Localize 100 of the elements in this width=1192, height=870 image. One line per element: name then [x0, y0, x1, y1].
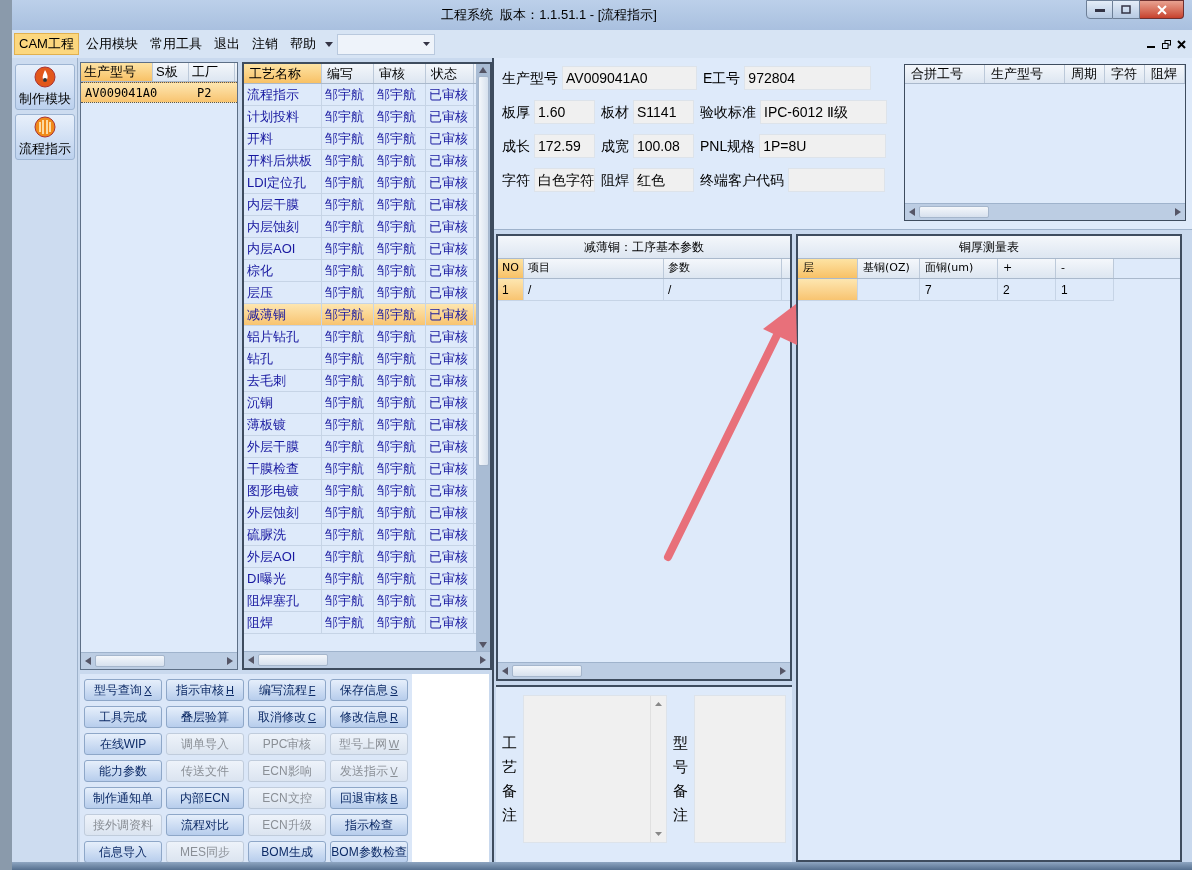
action-button[interactable]: 取消修改 C: [248, 706, 326, 728]
process-row[interactable]: 计划投料 邹宇航 邹宇航 已审核: [244, 106, 476, 128]
menu-item[interactable]: CAM工程: [14, 33, 79, 55]
process-row[interactable]: 阻焊 邹宇航 邹宇航 已审核: [244, 612, 476, 634]
column-header[interactable]: 参数: [664, 259, 782, 278]
process-row[interactable]: 开料 邹宇航 邹宇航 已审核: [244, 128, 476, 150]
maximize-button[interactable]: [1113, 0, 1140, 19]
menu-item[interactable]: 常用工具: [144, 33, 207, 55]
action-button[interactable]: 型号查询 X: [84, 679, 162, 701]
restore-icon[interactable]: [1162, 39, 1171, 49]
column-header[interactable]: 项目: [524, 259, 664, 278]
vertical-scrollbar[interactable]: [476, 64, 490, 651]
column-header[interactable]: 工厂: [189, 63, 235, 81]
column-header[interactable]: +: [998, 259, 1056, 278]
column-header[interactable]: NO: [498, 259, 524, 278]
action-button[interactable]: 指示检查: [330, 814, 408, 836]
process-row[interactable]: DI曝光 邹宇航 邹宇航 已审核: [244, 568, 476, 590]
action-button[interactable]: BOM生成: [248, 841, 326, 863]
arrow-left-icon[interactable]: [909, 208, 915, 216]
column-header[interactable]: 周期: [1065, 65, 1105, 83]
action-button[interactable]: 保存信息 S: [330, 679, 408, 701]
action-button[interactable]: 工具完成: [84, 706, 162, 728]
arrow-up-icon[interactable]: [655, 702, 662, 706]
table-row[interactable]: 7 2 1: [798, 279, 1180, 301]
action-button[interactable]: 流程对比: [166, 814, 244, 836]
nav-button[interactable]: 流程指示: [14, 114, 75, 160]
close-icon[interactable]: [1177, 39, 1186, 49]
arrow-right-icon[interactable]: [780, 667, 786, 675]
menu-item[interactable]: 注销: [246, 33, 283, 55]
process-row[interactable]: 流程指示 邹宇航 邹宇航 已审核: [244, 84, 476, 106]
process-row[interactable]: 铝片钻孔 邹宇航 邹宇航 已审核: [244, 326, 476, 348]
process-row[interactable]: 图形电镀 邹宇航 邹宇航 已审核: [244, 480, 476, 502]
value-field[interactable]: 1.60: [534, 100, 595, 124]
process-row[interactable]: 钻孔 邹宇航 邹宇航 已审核: [244, 348, 476, 370]
value-field[interactable]: AV009041A0: [562, 66, 697, 90]
horizontal-scrollbar[interactable]: [81, 652, 237, 669]
process-row[interactable]: 外层干膜 邹宇航 邹宇航 已审核: [244, 436, 476, 458]
action-button[interactable]: 内部ECN: [166, 787, 244, 809]
column-header[interactable]: 阻焊: [1145, 65, 1185, 83]
horizontal-scrollbar[interactable]: [498, 662, 790, 679]
column-header[interactable]: 生产型号: [81, 63, 153, 81]
menu-item[interactable]: 公用模块: [80, 33, 143, 55]
value-field[interactable]: S1141: [633, 100, 694, 124]
arrow-down-icon[interactable]: [655, 832, 662, 836]
process-row[interactable]: 硫脲洗 邹宇航 邹宇航 已审核: [244, 524, 476, 546]
process-row[interactable]: 沉铜 邹宇航 邹宇航 已审核: [244, 392, 476, 414]
action-button[interactable]: 修改信息 R: [330, 706, 408, 728]
arrow-right-icon[interactable]: [1175, 208, 1181, 216]
column-header[interactable]: 生产型号: [985, 65, 1065, 83]
column-header[interactable]: 基铜(OZ): [858, 259, 920, 278]
process-row[interactable]: 阻焊塞孔 邹宇航 邹宇航 已审核: [244, 590, 476, 612]
table-row[interactable]: 1 / /: [498, 279, 790, 301]
action-button[interactable]: BOM参数检查: [330, 841, 408, 863]
close-button[interactable]: [1140, 0, 1184, 19]
dropdown-caret-icon[interactable]: [324, 41, 333, 47]
menu-item[interactable]: 帮助: [284, 33, 321, 55]
arrow-left-icon[interactable]: [248, 656, 254, 664]
horizontal-scrollbar[interactable]: [244, 651, 490, 668]
process-row[interactable]: 外层蚀刻 邹宇航 邹宇航 已审核: [244, 502, 476, 524]
column-header[interactable]: 面铜(um): [920, 259, 998, 278]
column-header[interactable]: 工艺名称: [244, 64, 322, 83]
nav-button[interactable]: 制作模块: [14, 64, 75, 110]
column-header[interactable]: -: [1056, 259, 1114, 278]
value-field[interactable]: 172.59: [534, 134, 595, 158]
value-field[interactable]: IPC-6012 Ⅱ级: [760, 100, 887, 124]
minimize-button[interactable]: [1086, 0, 1113, 19]
list-row[interactable]: AV009041A0 P2: [81, 82, 237, 103]
process-row[interactable]: 外层AOI 邹宇航 邹宇航 已审核: [244, 546, 476, 568]
action-button[interactable]: 制作通知单: [84, 787, 162, 809]
process-row[interactable]: 干膜检查 邹宇航 邹宇航 已审核: [244, 458, 476, 480]
column-header[interactable]: 审核: [374, 64, 426, 83]
column-header[interactable]: 合拼工号: [905, 65, 985, 83]
process-row[interactable]: 棕化 邹宇航 邹宇航 已审核: [244, 260, 476, 282]
column-header[interactable]: 编写: [322, 64, 374, 83]
value-field[interactable]: 白色字符: [534, 168, 595, 192]
action-button[interactable]: 在线WIP: [84, 733, 162, 755]
process-row[interactable]: LDI定位孔 邹宇航 邹宇航 已审核: [244, 172, 476, 194]
action-button[interactable]: 指示审核 H: [166, 679, 244, 701]
action-button[interactable]: 编写流程 F: [248, 679, 326, 701]
value-field[interactable]: 红色: [633, 168, 694, 192]
arrow-up-icon[interactable]: [479, 67, 487, 73]
arrow-right-icon[interactable]: [227, 657, 233, 665]
column-header[interactable]: 层: [798, 259, 858, 278]
process-row[interactable]: 开料后烘板 邹宇航 邹宇航 已审核: [244, 150, 476, 172]
value-field[interactable]: 100.08: [633, 134, 694, 158]
arrow-down-icon[interactable]: [479, 642, 487, 648]
value-field[interactable]: 1P=8U: [759, 134, 887, 158]
process-row[interactable]: 内层蚀刻 邹宇航 邹宇航 已审核: [244, 216, 476, 238]
process-row[interactable]: 内层干膜 邹宇航 邹宇航 已审核: [244, 194, 476, 216]
column-header[interactable]: 状态: [426, 64, 474, 83]
process-row[interactable]: 内层AOI 邹宇航 邹宇航 已审核: [244, 238, 476, 260]
action-button[interactable]: 能力参数: [84, 760, 162, 782]
process-row[interactable]: 去毛刺 邹宇航 邹宇航 已审核: [244, 370, 476, 392]
process-row[interactable]: 薄板镀 邹宇航 邹宇航 已审核: [244, 414, 476, 436]
arrow-right-icon[interactable]: [480, 656, 486, 664]
note-field[interactable]: [523, 695, 667, 843]
arrow-left-icon[interactable]: [502, 667, 508, 675]
column-header[interactable]: S板: [153, 63, 189, 81]
arrow-left-icon[interactable]: [85, 657, 91, 665]
action-button[interactable]: 叠层验算: [166, 706, 244, 728]
